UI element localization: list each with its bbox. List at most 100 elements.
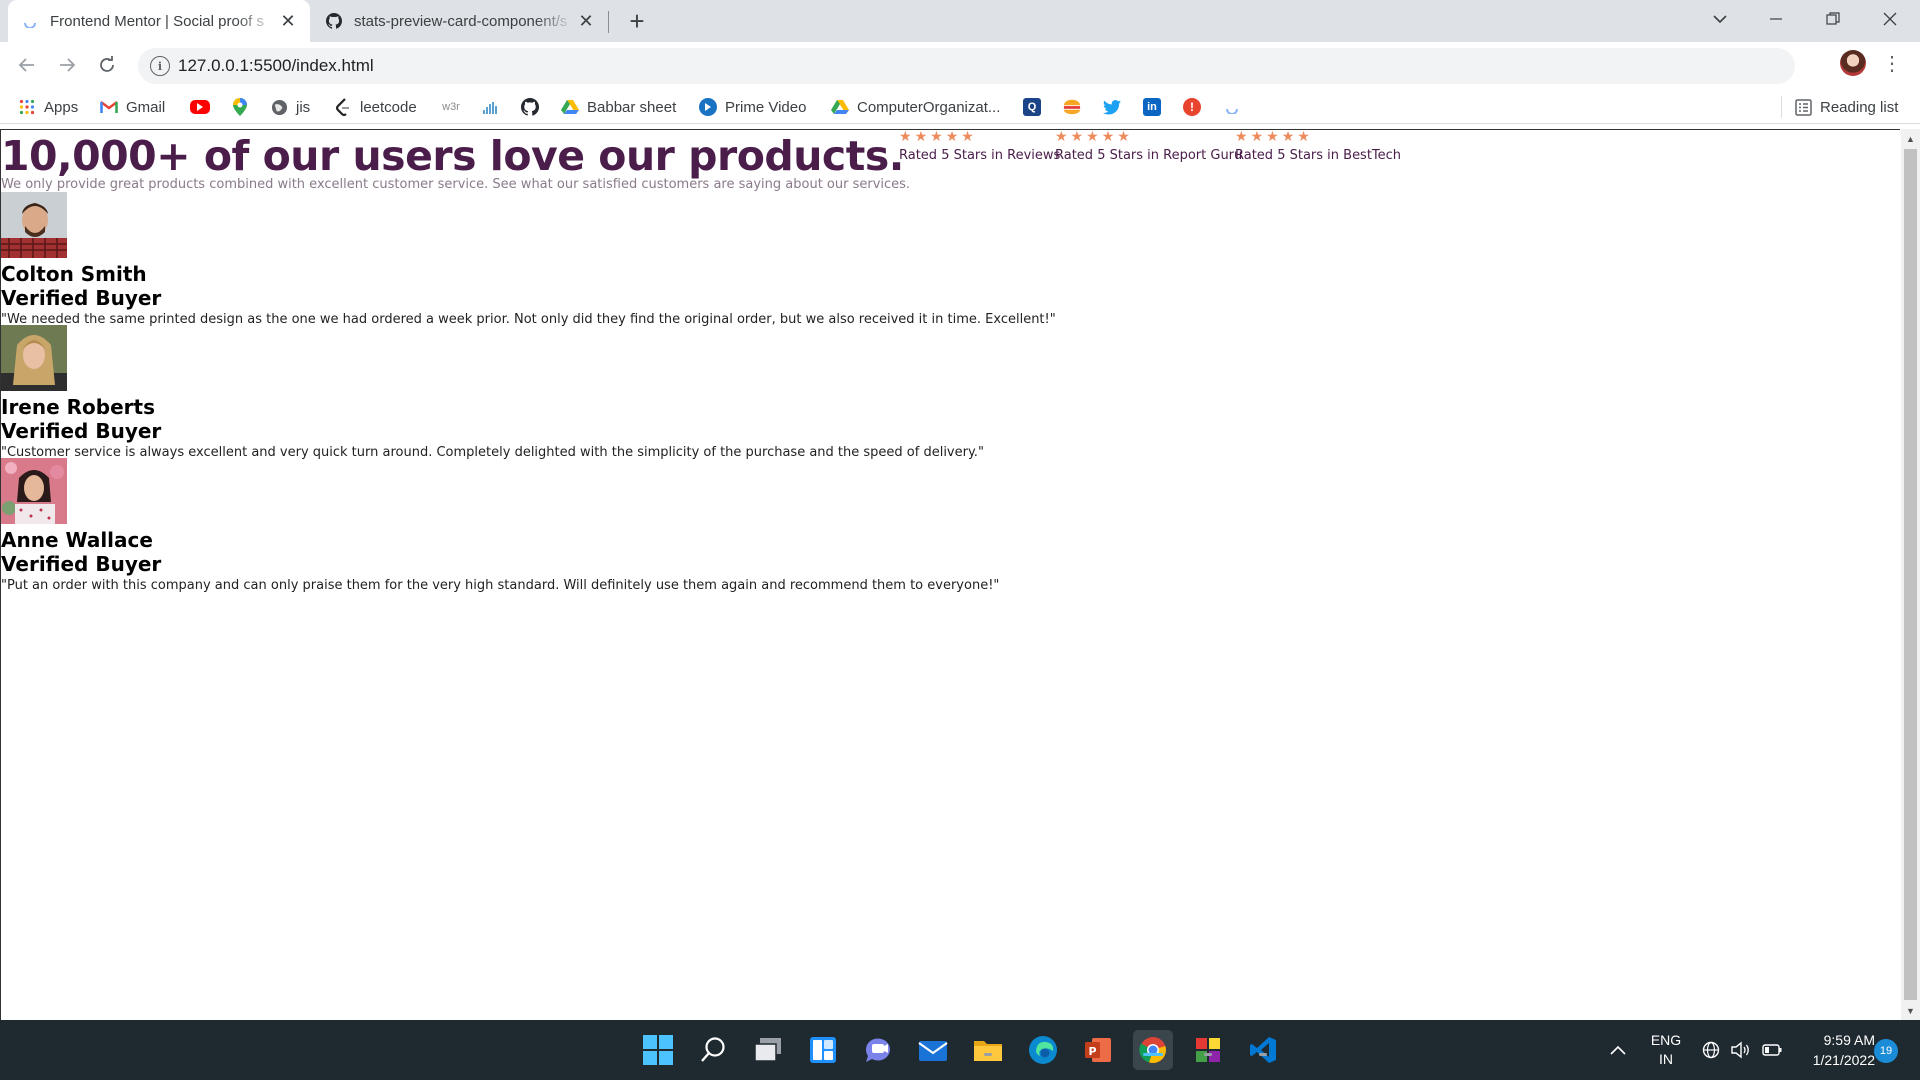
teams-chat-icon[interactable]: [858, 1030, 898, 1070]
task-view-icon[interactable]: [748, 1030, 788, 1070]
page-scrollbar[interactable]: ▲ ▼: [1901, 129, 1920, 1020]
bookmark-github[interactable]: [521, 96, 547, 118]
bookmark-search-q[interactable]: Q: [1023, 96, 1049, 118]
bookmark-label: Prime Video: [725, 98, 807, 116]
system-clock[interactable]: 9:59 AM 1/21/2022: [1785, 1030, 1875, 1070]
bookmark-burger[interactable]: [1063, 96, 1089, 118]
w3schools-icon: w3r: [442, 101, 460, 113]
rating-besttech: ★ ★ ★ ★ ★ Rated 5 Stars in BestTech: [1235, 130, 1401, 163]
bookmark-computer-organization[interactable]: ComputerOrganizat...: [831, 96, 1000, 118]
bookmark-prime-video[interactable]: Prime Video: [699, 96, 806, 118]
browser-menu-icon[interactable]: ⋮: [1882, 50, 1902, 76]
loading-icon: [1223, 98, 1241, 116]
forward-button[interactable]: [51, 49, 83, 81]
bookmark-leetcode[interactable]: leetcode: [334, 96, 417, 118]
network-icon[interactable]: [1702, 1020, 1720, 1080]
battery-icon[interactable]: [1762, 1020, 1782, 1080]
rating-label: Rated 5 Stars in Reviews: [899, 148, 1061, 163]
file-explorer-icon[interactable]: [968, 1030, 1008, 1070]
chrome-icon[interactable]: [1133, 1030, 1173, 1070]
bookmark-loading[interactable]: [1223, 96, 1249, 118]
leetcode-icon: [334, 98, 352, 116]
back-button[interactable]: [11, 49, 43, 81]
bookmark-twitter[interactable]: [1103, 96, 1129, 118]
rating-label: Rated 5 Stars in BestTech: [1235, 148, 1402, 163]
vscode-icon[interactable]: [1243, 1030, 1283, 1070]
rating-reviews: ★ ★ ★ ★ ★ Rated 5 Stars in Reviews: [899, 130, 1060, 163]
clock-time: 9:59 AM: [1823, 1032, 1875, 1048]
scroll-up-icon[interactable]: ▲: [1906, 134, 1915, 144]
minimize-button[interactable]: [1748, 0, 1804, 38]
apps-grid-icon: [18, 98, 36, 116]
reading-list-label: Reading list: [1820, 98, 1899, 116]
edge-icon[interactable]: [1023, 1030, 1063, 1070]
show-hidden-icons[interactable]: [1610, 1020, 1626, 1080]
notification-badge[interactable]: 19: [1874, 1039, 1898, 1063]
bookmark-label: Babbar sheet: [587, 98, 677, 116]
tab-title: Frontend Mentor | Social proof s: [50, 12, 264, 30]
reviewer-role: Verified Buyer: [1, 286, 162, 310]
rating-report-guru: ★ ★ ★ ★ ★ Rated 5 Stars in Report Guru: [1055, 130, 1242, 163]
star-icon: ★: [945, 129, 959, 145]
bookmark-gmail[interactable]: Gmail: [100, 96, 165, 118]
windows-start-icon[interactable]: [638, 1030, 678, 1070]
bookmark-label: ComputerOrganizat...: [857, 98, 1001, 116]
address-bar[interactable]: i 127.0.0.1:5500/index.html: [138, 48, 1795, 84]
svg-text:P: P: [1089, 1045, 1097, 1058]
reviewer-role: Verified Buyer: [1, 552, 162, 576]
avatar: [1, 192, 67, 258]
windows-taskbar: [0, 1020, 1920, 1080]
maps-icon: [231, 98, 249, 116]
restore-button[interactable]: [1805, 0, 1861, 38]
bookmark-w3schools[interactable]: w3r: [440, 96, 470, 118]
github-icon: [521, 98, 539, 116]
search-icon[interactable]: [693, 1030, 733, 1070]
bookmark-alert[interactable]: !: [1183, 96, 1209, 118]
close-window-button[interactable]: [1862, 0, 1918, 38]
powerpoint-icon[interactable]: P: [1078, 1030, 1118, 1070]
bookmark-jis[interactable]: jis: [270, 96, 310, 118]
star-icon: ★: [1101, 129, 1115, 145]
bookmark-label: Gmail: [126, 98, 166, 116]
close-tab-icon[interactable]: ✕: [276, 9, 300, 33]
page-headline: 10,000+ of our users love our products.: [1, 132, 904, 180]
bookmark-maps[interactable]: [231, 96, 257, 118]
volume-icon[interactable]: [1731, 1020, 1751, 1080]
bookmark-youtube[interactable]: [190, 96, 218, 118]
app-squares-icon[interactable]: [1188, 1030, 1228, 1070]
reload-button[interactable]: [91, 49, 123, 81]
bookmarks-divider: [1781, 96, 1782, 118]
new-tab-button[interactable]: +: [622, 6, 652, 36]
bookmark-chart[interactable]: [482, 96, 508, 118]
page-subline: We only provide great products combined …: [1, 177, 911, 192]
site-info-icon[interactable]: i: [150, 56, 170, 76]
tab-frontend-mentor[interactable]: Frontend Mentor | Social proof s ✕: [8, 0, 310, 42]
bookmark-apps[interactable]: Apps: [18, 96, 78, 118]
scrollbar-thumb[interactable]: [1904, 149, 1917, 1000]
widgets-icon[interactable]: [803, 1030, 843, 1070]
avatar: [1, 325, 67, 391]
tab-search-icon[interactable]: [1692, 0, 1748, 38]
language-line2: IN: [1659, 1051, 1673, 1067]
reviewer-role: Verified Buyer: [1, 419, 162, 443]
testimonial-card: Anne Wallace Verified Buyer "Put an orde…: [1, 458, 1101, 594]
reading-list-button[interactable]: Reading list: [1794, 96, 1898, 118]
url-text: 127.0.0.1:5500/index.html: [178, 56, 374, 75]
bookmark-babbar-sheet[interactable]: Babbar sheet: [561, 96, 676, 118]
profile-avatar[interactable]: [1840, 50, 1866, 76]
star-rating: ★ ★ ★ ★ ★: [899, 130, 1060, 144]
bookmark-linkedin[interactable]: in: [1143, 96, 1169, 118]
scroll-down-icon[interactable]: ▼: [1906, 1006, 1915, 1016]
star-icon: ★: [914, 129, 928, 145]
clock-date: 1/21/2022: [1812, 1052, 1875, 1068]
page-viewport: 10,000+ of our users love our products. …: [0, 129, 1900, 1020]
bookmark-label: leetcode: [360, 98, 417, 116]
close-tab-icon[interactable]: ✕: [574, 9, 598, 33]
star-icon: ★: [1117, 129, 1130, 145]
language-indicator[interactable]: ENG IN: [1648, 1020, 1684, 1080]
tab-github[interactable]: stats-preview-card-component/s ✕: [312, 0, 608, 42]
reviewer-name: Irene Roberts: [1, 395, 155, 419]
mail-icon[interactable]: [913, 1030, 953, 1070]
rating-label: Rated 5 Stars in Report Guru: [1055, 148, 1243, 163]
testimonial-card: Irene Roberts Verified Buyer "Customer s…: [1, 325, 1101, 461]
